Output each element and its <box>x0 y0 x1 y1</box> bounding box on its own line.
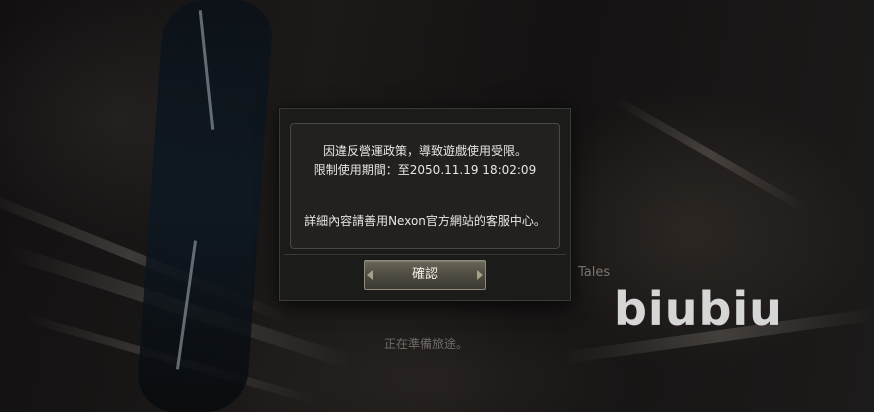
light-streak <box>612 95 808 213</box>
game-logo-text: Tales <box>578 265 611 280</box>
divider <box>284 254 566 255</box>
restriction-message: 因違反營運政策，導致遊戲使用受限。 <box>322 144 527 158</box>
watermark: biubiu <box>614 282 783 336</box>
support-message: 詳細內容請善用Nexon官方網站的客服中心。 <box>304 214 546 228</box>
confirm-button[interactable]: 確認 <box>364 260 486 290</box>
loading-status: 正在準備旅途。 <box>384 337 469 351</box>
restriction-period: 限制使用期間：至2050.11.19 18:02:09 <box>313 163 537 177</box>
message-box: 因違反營運政策，導致遊戲使用受限。 限制使用期間：至2050.11.19 18:… <box>290 123 560 249</box>
restriction-dialog: 因違反營運政策，導致遊戲使用受限。 限制使用期間：至2050.11.19 18:… <box>279 108 571 301</box>
